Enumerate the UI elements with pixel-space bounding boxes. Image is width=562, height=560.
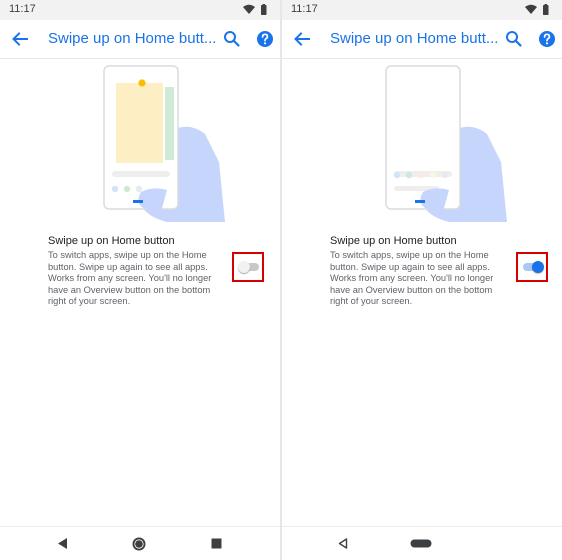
toolbar: Swipe up on Home butt...	[0, 20, 280, 59]
help-icon[interactable]	[255, 29, 275, 49]
arrow-back-icon[interactable]	[291, 28, 313, 50]
nav-recents-icon[interactable]	[211, 538, 222, 549]
toolbar: Swipe up on Home butt...	[282, 20, 562, 59]
left-screen: 11:17 Swipe up on Home butt... Swipe up …	[0, 0, 280, 560]
right-screen: 11:17 Swipe up on Home butt... Swipe up …	[282, 0, 562, 560]
status-time: 11:17	[291, 3, 318, 15]
wifi-icon	[243, 4, 255, 14]
nav-back-icon[interactable]	[338, 538, 348, 549]
wifi-icon	[525, 4, 537, 14]
nav-home-icon[interactable]	[131, 536, 147, 552]
status-bar: 11:17	[0, 0, 280, 20]
app-card-green	[165, 87, 174, 160]
battery-icon	[543, 5, 549, 15]
swipe-up-toggle-switch[interactable]	[238, 261, 259, 273]
navigation-bar	[282, 526, 562, 560]
nav-back-icon[interactable]	[56, 537, 68, 550]
setting-item: Swipe up on Home button To switch apps, …	[330, 234, 510, 308]
page-title: Swipe up on Home butt...	[48, 30, 217, 47]
setting-item: Swipe up on Home button To switch apps, …	[48, 234, 228, 308]
help-icon[interactable]	[537, 29, 557, 49]
setting-title: Swipe up on Home button	[48, 235, 175, 247]
highlight-box	[232, 252, 264, 282]
status-time: 11:17	[9, 3, 36, 15]
switch-thumb	[238, 261, 250, 273]
home-pill-icon[interactable]	[410, 539, 432, 548]
search-icon[interactable]	[222, 29, 242, 49]
gesture-illustration	[385, 65, 507, 222]
gesture-illustration	[103, 65, 225, 222]
navigation-bar	[0, 526, 280, 560]
app-card-yellow	[116, 83, 163, 163]
status-bar: 11:17	[282, 0, 562, 20]
arrow-back-icon[interactable]	[9, 28, 31, 50]
switch-thumb	[532, 261, 544, 273]
page-title: Swipe up on Home butt...	[330, 30, 499, 47]
status-icons	[525, 4, 549, 15]
setting-description: To switch apps, swipe up on the Home but…	[330, 250, 494, 307]
touch-dot	[138, 79, 146, 87]
swipe-up-toggle-switch[interactable]	[523, 261, 544, 273]
battery-icon	[261, 5, 267, 15]
setting-description: To switch apps, swipe up on the Home but…	[48, 250, 212, 307]
search-icon[interactable]	[504, 29, 524, 49]
status-icons	[243, 4, 267, 15]
setting-title: Swipe up on Home button	[330, 235, 457, 247]
highlight-box	[516, 252, 548, 282]
